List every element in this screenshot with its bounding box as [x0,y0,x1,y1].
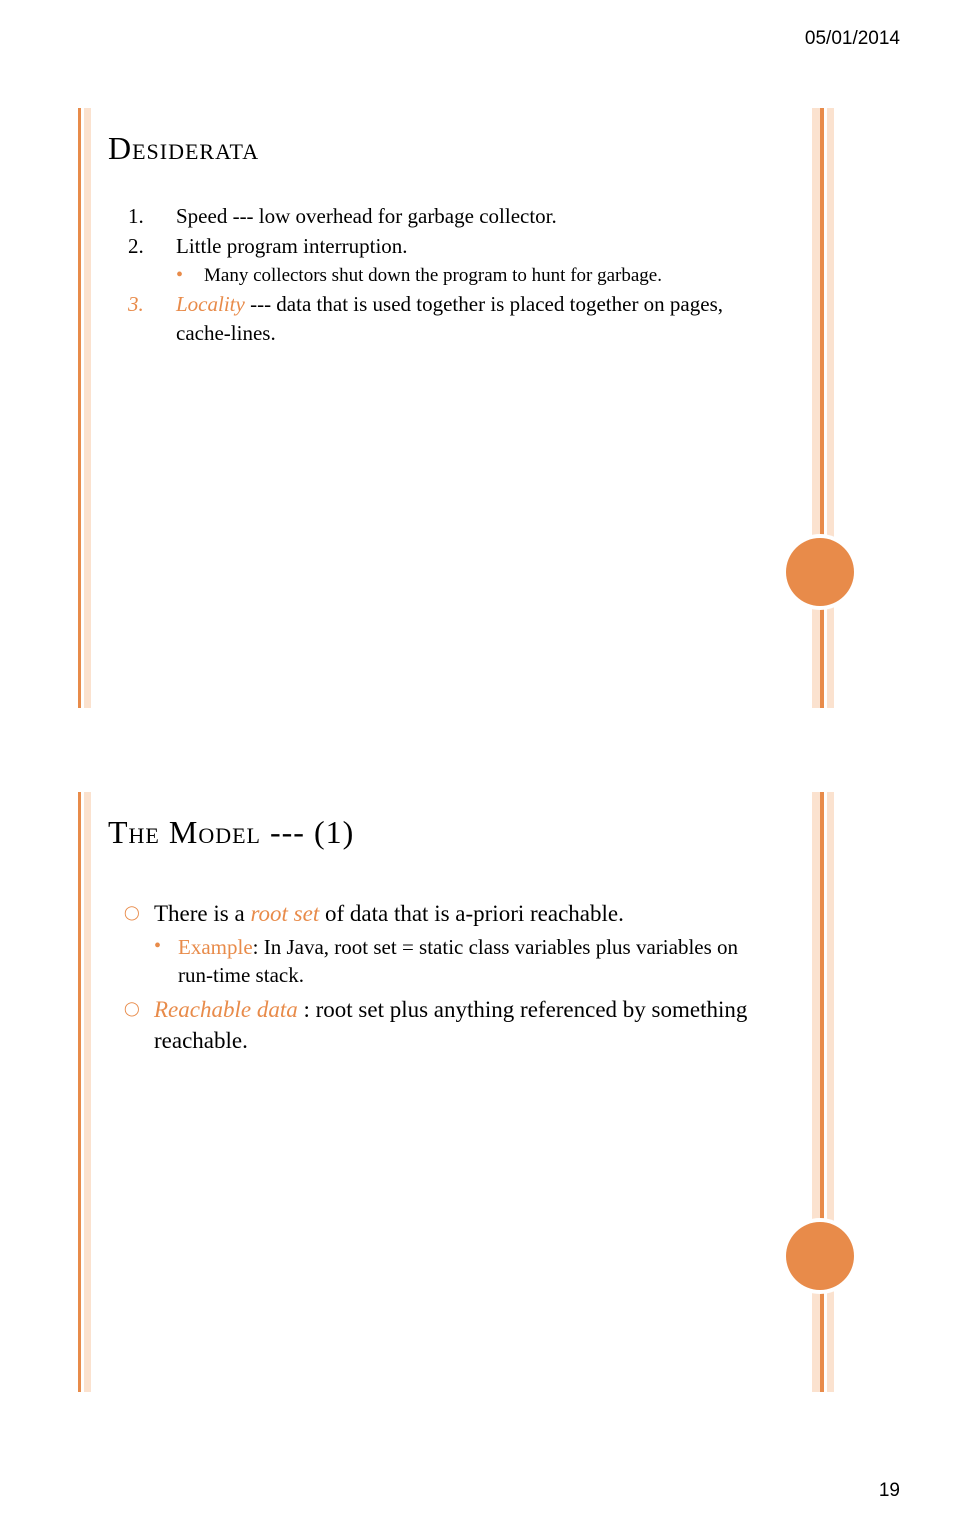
list-subitem: • Example: In Java, root set = static cl… [154,933,764,990]
page-date: 05/01/2014 [805,28,900,50]
left-accent-rail [78,792,92,1392]
slide-desiderata: Desiderata 1. Speed --- low overhead for… [78,108,882,708]
slide-title: Desiderata [108,130,259,167]
list-subtext: Many collectors shut down the program to… [204,263,758,289]
list-subitem: • Many collectors shut down the program … [176,263,758,289]
slide-body: 1. Speed --- low overhead for garbage co… [128,202,758,349]
slide-title: The Model --- (1) [108,814,354,851]
bullet-icon: • [176,263,204,289]
text-part: : In Java, root set = static class varia… [178,935,738,987]
text-part: of data that is a-priori reachable. [319,901,624,926]
slide-body: ◯ There is a root set of data that is a-… [124,898,764,1060]
page-number: 19 [879,1480,900,1502]
bullet-icon: • [154,933,178,990]
list-text-rest: --- data that is used together is placed… [176,292,723,344]
emph-term: Example [178,935,253,959]
text-part: There is a [154,901,250,926]
list-number: 2. [128,232,176,260]
ring-bullet-icon: ◯ [124,994,154,1056]
left-accent-rail [78,108,92,708]
accent-circle-icon [786,1222,854,1290]
list-item: ◯ There is a root set of data that is a-… [124,898,764,929]
right-accent-rail [812,108,834,708]
right-accent-rail [812,792,834,1392]
list-subtext: Example: In Java, root set = static clas… [178,933,764,990]
list-text: Speed --- low overhead for garbage colle… [176,202,758,230]
list-item: ◯ Reachable data : root set plus anythin… [124,994,764,1056]
list-item: 3. Locality --- data that is used togeth… [128,290,758,347]
list-item: 2. Little program interruption. [128,232,758,260]
ring-bullet-icon: ◯ [124,898,154,929]
list-item: 1. Speed --- low overhead for garbage co… [128,202,758,230]
list-text: Little program interruption. [176,232,758,260]
emph-term: Locality [176,292,245,316]
emph-term: Reachable data [154,997,298,1022]
list-text: There is a root set of data that is a-pr… [154,898,764,929]
list-text: Reachable data : root set plus anything … [154,994,764,1056]
list-text: Locality --- data that is used together … [176,290,758,347]
emph-term: root set [250,901,319,926]
accent-circle-icon [786,538,854,606]
list-number: 3. [128,290,176,347]
list-number: 1. [128,202,176,230]
slide-the-model: The Model --- (1) ◯ There is a root set … [78,792,882,1392]
